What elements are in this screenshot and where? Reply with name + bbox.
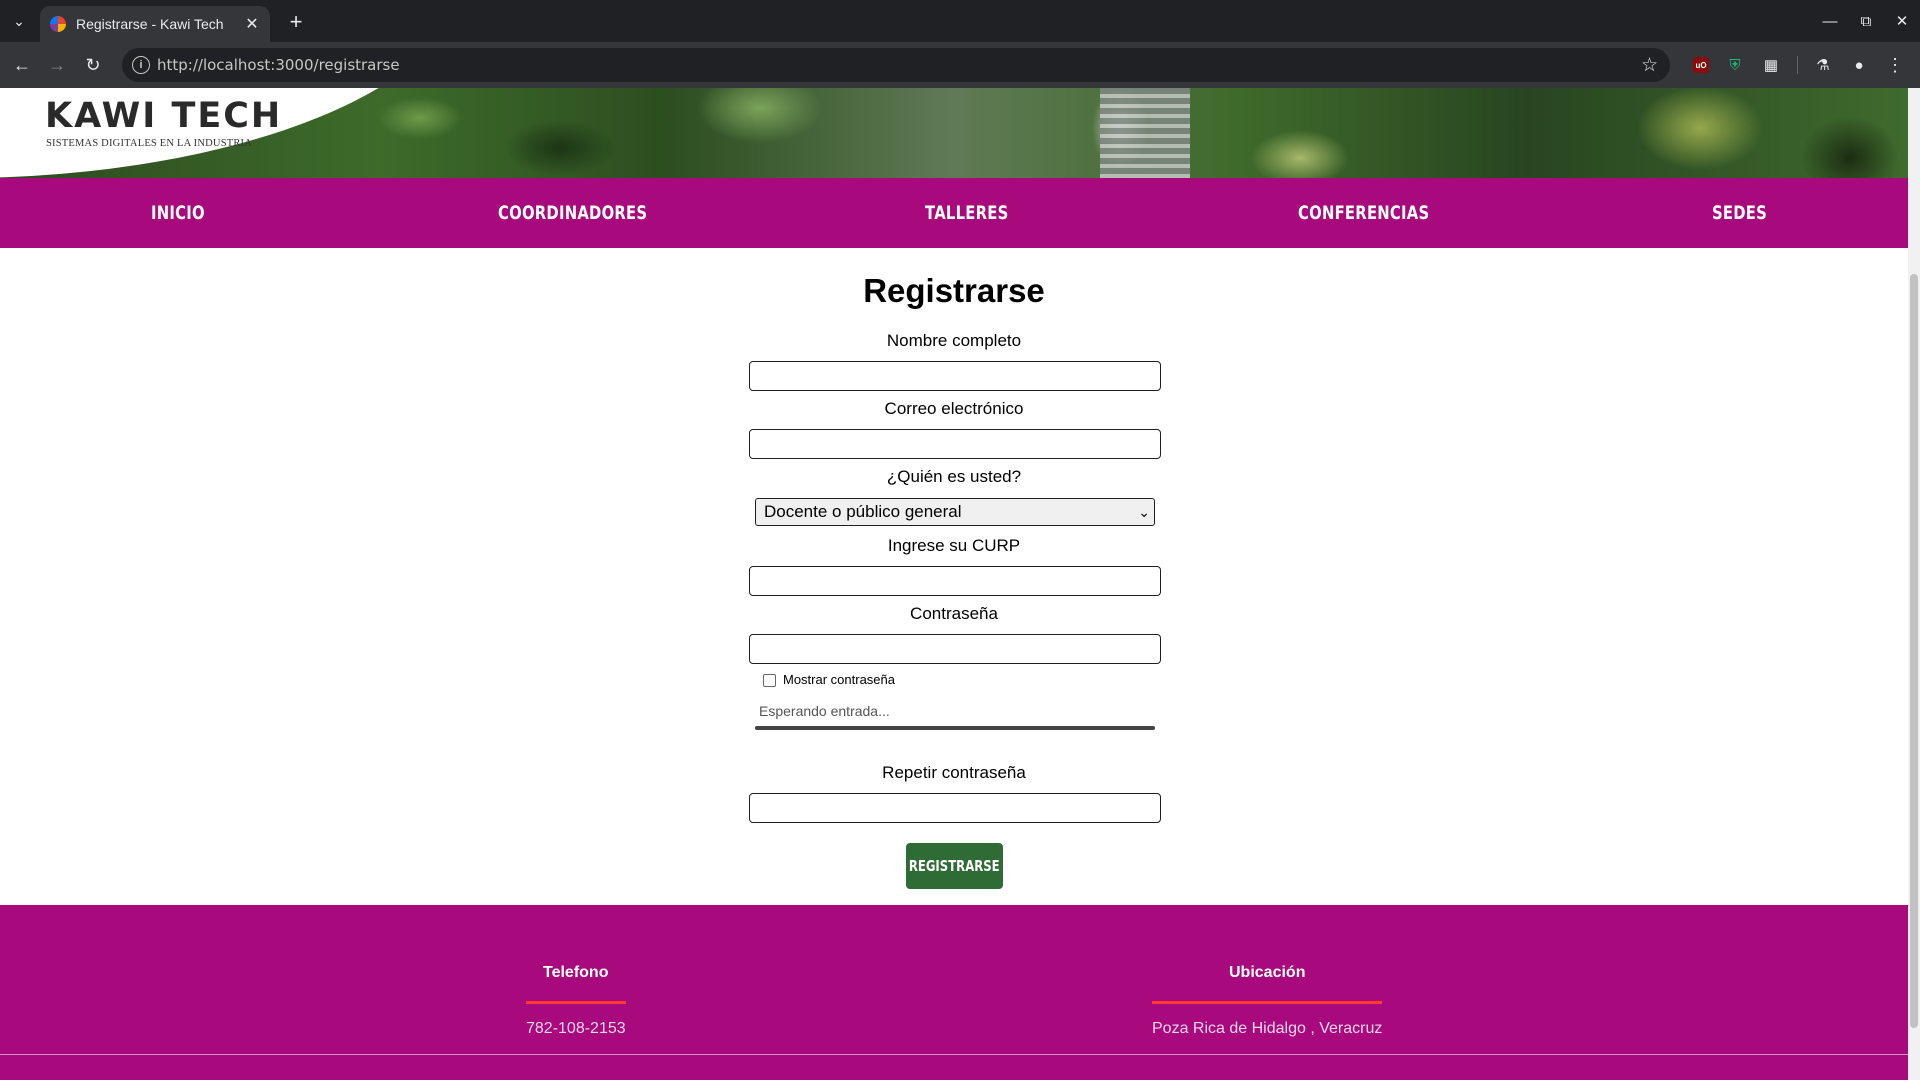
browser-toolbar: ← → ↻ i http://localhost:3000/registrars… [0,42,1920,88]
phone-heading-underline [526,1001,626,1004]
password-strength-bar [755,726,1155,730]
window-controls: — ⧉ ✕ [1812,0,1920,42]
password-strength-text: Esperando entrada... [759,703,890,719]
forward-icon[interactable]: → [43,51,71,79]
toolbar-divider [1797,56,1798,74]
site-favicon-icon [50,16,66,32]
restore-icon[interactable]: ⧉ [1848,0,1884,42]
browser-tab[interactable]: Registrarse - Kawi Tech ✕ [40,6,270,42]
role-label: ¿Quién es usted? [886,467,1022,486]
nav-item-coordinadores[interactable]: COORDINADORES [498,178,647,248]
register-button[interactable]: REGISTRARSE [906,843,1003,889]
browser-menu-icon[interactable]: ⋮ [1884,54,1906,76]
minimize-icon[interactable]: — [1812,0,1848,42]
email-label: Correo electrónico [884,399,1024,418]
password-input[interactable] [749,634,1161,664]
ublock-extension-icon[interactable]: uO [1690,54,1712,76]
tab-search-icon[interactable]: ⌄ [6,9,32,33]
nav-item-talleres[interactable]: TALLERES [925,178,1009,248]
location-value: Poza Rica de Hidalgo , Veracruz [1152,1020,1383,1037]
bookmark-star-icon[interactable]: ☆ [1641,54,1658,77]
phone-heading: Telefono [543,964,609,981]
browser-tabstrip: ⌄ Registrarse - Kawi Tech ✕ + — ⧉ ✕ [0,0,1920,42]
url-text[interactable]: http://localhost:3000/registrarse [157,56,400,74]
site-logo-subtitle: SISTEMAS DIGITALES EN LA INDUSTRIA [46,138,253,149]
tab-title: Registrarse - Kawi Tech [76,16,224,32]
page-scrollbar[interactable] [1908,88,1920,1080]
new-tab-icon[interactable]: + [282,8,310,36]
full-name-input[interactable] [749,361,1161,391]
profile-icon[interactable]: ● [1848,54,1870,76]
location-heading-underline [1152,1001,1382,1004]
show-password-checkbox[interactable] [763,674,776,687]
page-title: Registrarse [863,272,1045,309]
scrollbar-thumb[interactable] [1910,274,1918,1028]
repeat-password-label: Repetir contraseña [882,763,1026,782]
curp-input[interactable] [749,566,1161,596]
shield-extension-icon[interactable]: ⛨ [1724,54,1746,76]
main-navbar: INICIO COORDINADORES TALLERES CONFERENCI… [0,178,1908,248]
chevron-down-icon: ⌄ [1138,504,1150,520]
password-label: Contraseña [910,604,998,623]
footer-divider [0,1054,1908,1055]
phone-value: 782-108-2153 [526,1020,626,1037]
labs-flask-icon[interactable]: ⚗ [1812,54,1834,76]
banner-building-image [1100,88,1190,178]
nav-item-inicio[interactable]: INICIO [151,178,205,248]
address-bar[interactable]: i http://localhost:3000/registrarse ☆ [122,48,1670,82]
reload-icon[interactable]: ↻ [79,51,107,79]
show-password-label[interactable]: Mostrar contraseña [783,672,895,687]
repeat-password-input[interactable] [749,793,1161,823]
nav-item-conferencias[interactable]: CONFERENCIAS [1298,178,1429,248]
close-window-icon[interactable]: ✕ [1884,0,1920,42]
site-info-icon[interactable]: i [132,56,150,74]
email-input[interactable] [749,429,1161,459]
nav-item-sedes[interactable]: SEDES [1712,178,1767,248]
close-tab-icon[interactable]: ✕ [242,14,262,34]
curp-label: Ingrese su CURP [887,536,1021,555]
site-logo[interactable]: KAWI TECH [45,96,282,136]
role-select-value: Docente o público general [764,502,962,521]
back-icon[interactable]: ← [8,51,36,79]
full-name-label: Nombre completo [886,331,1022,350]
role-select[interactable]: Docente o público general ⌄ [755,498,1155,526]
page-viewport: KAWI TECH SISTEMAS DIGITALES EN LA INDUS… [0,88,1908,1080]
extensions-puzzle-icon[interactable]: ▦ [1760,54,1782,76]
location-heading: Ubicación [1229,964,1306,981]
register-button-label: REGISTRARSE [909,857,1000,875]
header-banner: KAWI TECH SISTEMAS DIGITALES EN LA INDUS… [0,88,1908,178]
